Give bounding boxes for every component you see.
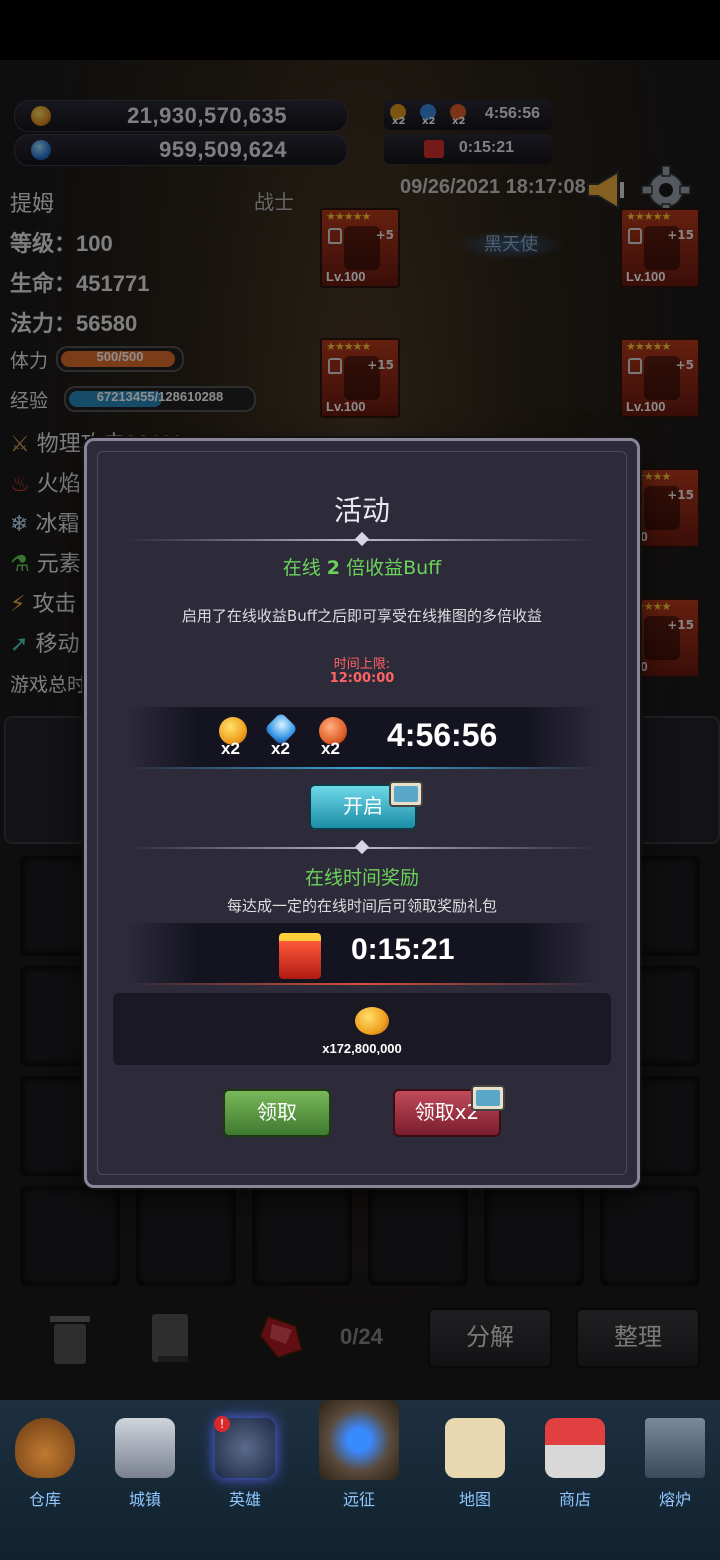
nav-item-hero[interactable]: ! 英雄	[200, 1400, 290, 1560]
gift-box-icon	[279, 933, 321, 979]
buff-band: x2 x2 x2 4:56:56	[127, 707, 597, 767]
time-limit-value: 12:00:00	[329, 671, 395, 686]
time-limit-label: 时间上限:	[333, 657, 391, 672]
gold-multiplier: x2	[221, 739, 240, 758]
nav-item-expedition[interactable]: 远征	[314, 1400, 404, 1560]
nav-label: 远征	[342, 1490, 375, 1509]
nav-label: 地图	[458, 1490, 491, 1509]
buff-heading-suffix: 倍收益Buff	[346, 557, 442, 579]
nav-item-town[interactable]: 城镇	[100, 1400, 190, 1560]
tv-ad-icon	[389, 781, 423, 807]
tv-ad-icon	[471, 1085, 505, 1111]
bottom-nav: 仓库 城镇 ! 英雄 远征 地图 商店 熔炉	[0, 1400, 720, 1560]
exp-multiplier: x2	[321, 739, 340, 758]
nav-label: 熔炉	[658, 1490, 691, 1509]
gem-multiplier: x2	[271, 739, 290, 758]
reward-heading: 在线时间奖励	[304, 867, 419, 889]
nav-label: 仓库	[28, 1490, 61, 1509]
claim-button[interactable]: 领取	[223, 1089, 331, 1137]
activity-dialog: 活动 在线 2 倍收益Buff 启用了在线收益Buff之后即可享受在线推图的多倍…	[84, 438, 640, 1188]
castle-icon	[115, 1418, 175, 1478]
status-bar	[0, 0, 720, 60]
nav-label: 城镇	[128, 1490, 161, 1509]
nav-item-forge[interactable]: 熔炉	[630, 1400, 720, 1560]
nav-item-map[interactable]: 地图	[430, 1400, 520, 1560]
nav-item-shop[interactable]: 商店	[530, 1400, 620, 1560]
cyan-divider	[127, 767, 597, 769]
nav-label: 商店	[558, 1490, 591, 1509]
anvil-icon	[645, 1418, 705, 1478]
portal-icon	[319, 1400, 399, 1480]
nav-item-warehouse[interactable]: 仓库	[0, 1400, 90, 1560]
buff-heading-multiplier: 2	[326, 557, 341, 579]
reward-amount: x172,800,000	[322, 1041, 402, 1056]
buff-heading: 在线 2 倍收益Buff	[87, 553, 637, 580]
buff-countdown: 4:56:56	[387, 717, 498, 753]
reward-preview: x172,800,000	[113, 993, 611, 1065]
reward-description: 每达成一定的在线时间后可领取奖励礼包	[226, 897, 497, 915]
reward-countdown: 0:15:21	[351, 933, 455, 966]
buff-heading-prefix: 在线	[282, 557, 321, 579]
shop-icon	[545, 1418, 605, 1478]
dialog-title: 活动	[333, 494, 390, 527]
buff-description: 启用了在线收益Buff之后即可享受在线推图的多倍收益	[181, 607, 543, 625]
map-icon	[445, 1418, 505, 1478]
nav-label: 英雄	[228, 1490, 261, 1509]
hero-alert-badge: !	[214, 1416, 230, 1432]
red-divider	[127, 983, 597, 985]
bag-icon	[15, 1418, 75, 1478]
reward-band: 0:15:21	[127, 923, 597, 983]
gold-coin-icon	[355, 1007, 389, 1035]
